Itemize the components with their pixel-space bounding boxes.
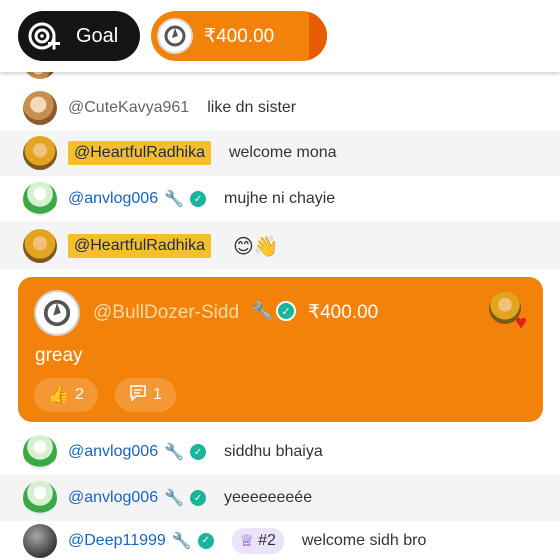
- avatar[interactable]: [23, 523, 57, 558]
- list-item: @HeartfulRadhika welcome mona: [0, 130, 560, 176]
- pill-edge: [309, 11, 327, 61]
- message-text: welcome sidh bro: [301, 531, 427, 549]
- comment-icon: [129, 384, 147, 406]
- super-chat-amount: ₹400.00: [308, 302, 379, 323]
- goal-target-icon: [26, 18, 62, 54]
- message-text: siddhu bhaiya: [224, 443, 323, 460]
- like-count: 2: [75, 386, 85, 403]
- goal-label: Goal: [76, 24, 119, 47]
- list-item: @HeartfulRadhika 😊👋: [0, 222, 560, 270]
- super-chat-amount-pill[interactable]: ₹400.00: [151, 11, 327, 61]
- like-button[interactable]: 👍 2: [34, 378, 99, 412]
- comment-button[interactable]: 1: [115, 378, 176, 412]
- username[interactable]: @anvlog006: [68, 190, 158, 208]
- list-item: @anvlog006 🔧 ✓ yeeeeeeeée: [0, 475, 560, 521]
- super-chat-avatar[interactable]: [34, 290, 80, 336]
- username-highlighted[interactable]: @HeartfulRadhika: [68, 234, 211, 258]
- heart-icon: ♥: [515, 312, 527, 334]
- thumbs-up-icon: 👍: [48, 385, 70, 404]
- list-item: @anvlog006 🔧 ✓ siddhu bhaiya: [0, 429, 560, 475]
- super-chat-message: greay: [35, 345, 83, 366]
- list-item: @CuteKavya961 like dn sister: [0, 85, 560, 130]
- username[interactable]: @CuteKavya961: [68, 99, 189, 117]
- super-chat-card[interactable]: @BullDozer-Sidd 🔧 ✓ ₹400.00 greay ♥ 👍 2 …: [18, 277, 543, 422]
- moderator-wrench-icon: 🔧: [164, 191, 185, 208]
- rank-label: #2: [258, 531, 276, 549]
- moderator-wrench-icon: 🔧: [164, 490, 185, 507]
- verified-check-icon: ✓: [190, 490, 207, 506]
- avatar[interactable]: [23, 229, 57, 263]
- rank-badge: ♕ #2: [231, 527, 284, 554]
- message-text: mujhe ni chayie: [224, 190, 336, 207]
- moderator-wrench-icon: 🔧: [251, 301, 274, 321]
- comment-count: 1: [153, 386, 162, 403]
- avatar[interactable]: [23, 136, 57, 170]
- verified-check-icon: ✓: [190, 444, 207, 460]
- avatar[interactable]: [23, 435, 57, 469]
- super-chat-username[interactable]: @BullDozer-Sidd: [93, 302, 239, 324]
- goal-button[interactable]: Goal: [18, 11, 140, 61]
- username[interactable]: @anvlog006: [68, 443, 158, 461]
- amount-label: ₹400.00: [204, 25, 275, 47]
- moderator-wrench-icon: 🔧: [164, 444, 185, 461]
- crown-icon: ♕: [239, 532, 255, 550]
- list-item: @anvlog006 🔧 ✓ mujhe ni chayie: [0, 176, 560, 222]
- avatar[interactable]: [23, 182, 57, 216]
- username[interactable]: @Deep11999: [68, 532, 166, 550]
- verified-check-icon: ✓: [190, 191, 207, 207]
- message-text: welcome mona: [228, 144, 337, 161]
- avatar[interactable]: [23, 481, 57, 515]
- verified-check-icon: ✓: [197, 532, 214, 549]
- list-item: @Deep11999 🔧 ✓ ♕ #2 welcome sidh bro: [0, 521, 560, 560]
- message-text: yeeeeeeeée: [224, 489, 313, 506]
- message-text: like dn sister: [207, 98, 297, 116]
- username-highlighted[interactable]: @HeartfulRadhika: [68, 141, 211, 165]
- emoji-message: 😊👋: [232, 235, 279, 258]
- verified-check-icon: ✓: [276, 301, 296, 321]
- live-header: Goal ₹400.00: [0, 0, 560, 72]
- streamer-avatar: [157, 18, 193, 54]
- moderator-wrench-icon: 🔧: [171, 532, 192, 550]
- username[interactable]: @anvlog006: [68, 489, 158, 507]
- avatar[interactable]: [23, 90, 57, 125]
